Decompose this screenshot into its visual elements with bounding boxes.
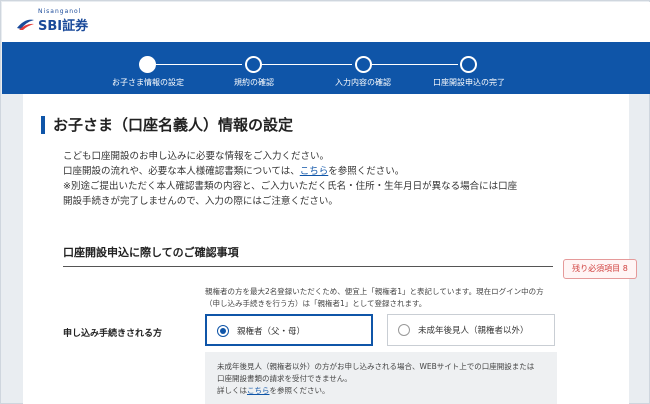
info-line: 口座開設書類の請求を受付できません。 [217, 374, 352, 383]
intro-line: こども口座開設のお申し込みに必要な情報をご入力ください。 [63, 151, 330, 162]
section-title: 口座開設申込に際してのご確認事項 [63, 246, 239, 259]
info-line: 詳しくはこちらを参照ください。 [217, 385, 547, 397]
sbi-logo-icon [17, 19, 34, 30]
step-2-indicator [245, 56, 262, 73]
progress-steps: お子さま情報の設定 規約の確認 入力内容の確認 口座開設申込の完了 [2, 42, 650, 94]
step-4-indicator [460, 56, 477, 73]
intro-line: 開設手続きが完了しませんので、入力の際にはご注意ください。 [63, 196, 338, 207]
step-connector [156, 64, 242, 65]
info-line-text: 詳しくは [217, 386, 247, 395]
step-1-indicator [139, 56, 156, 73]
section-divider [63, 266, 553, 267]
radio-label: 未成年後見人（親権者以外） [418, 326, 529, 336]
applicant-field-label: 申し込み手続きされる方 [63, 329, 163, 339]
radio-unselected-icon [398, 324, 410, 336]
intro-line: 口座開設の流れや、必要な本人様確認書類については、こちらを参照ください。 [63, 164, 583, 179]
note-line: （申し込み手続きを行う方）は「親権者1」として登録されます。 [205, 299, 427, 308]
radio-selected-icon [217, 325, 229, 337]
step-1-label: お子さま情報の設定 [112, 78, 184, 87]
info-line: 未成年後見人（親権者以外）の方がお申し込みされる場合、WEBサイト上での口座開設… [217, 362, 535, 371]
intro-line: ※別途ご提出いただく本人確認書類の内容と、ご入力いただく氏名・住所・生年月日が異… [63, 181, 518, 192]
radio-parent-option[interactable]: 親権者（父・母） [205, 314, 373, 346]
logo-text: SBI証券 [38, 19, 89, 34]
step-4-label: 口座開設申込の完了 [433, 78, 505, 87]
page-title: お子さま（口座名義人）情報の設定 [41, 116, 293, 134]
main-card: お子さま（口座名義人）情報の設定 こども口座開設のお申し込みに必要な情報をご入力… [23, 94, 637, 404]
radio-dot-icon [220, 328, 226, 334]
note-line: 親権者の方を最大2名登録いただくため、便宜上「親権者1」と表記しています。現在ロ… [205, 287, 544, 296]
info-text: 未成年後見人（親権者以外）の方がお申し込みされる場合、WEBサイト上での口座開設… [217, 361, 547, 397]
radio-guardian-option[interactable]: 未成年後見人（親権者以外） [387, 314, 555, 346]
info-line-text: を参照ください。 [269, 386, 330, 395]
logo-small-text: Nisanganol [38, 8, 82, 15]
step-connector [372, 64, 458, 65]
radio-label: 親権者（父・母） [237, 327, 306, 337]
step-2-label: 規約の確認 [234, 78, 274, 87]
step-connector [262, 64, 352, 65]
required-items-badge: 残り必須項目 8 [563, 259, 637, 279]
intro-line-text: 口座開設の流れや、必要な本人様確認書類については、 [63, 166, 300, 177]
step-3-indicator [355, 56, 372, 73]
intro-text: こども口座開設のお申し込みに必要な情報をご入力ください。 口座開設の流れや、必要… [63, 149, 583, 209]
step-3-label: 入力内容の確認 [335, 78, 391, 87]
parent-note: 親権者の方を最大2名登録いただくため、便宜上「親権者1」と表記しています。現在ロ… [205, 286, 585, 310]
guide-link[interactable]: こちら [300, 166, 329, 177]
details-link[interactable]: こちら [247, 386, 270, 395]
guardian-info-box: 未成年後見人（親権者以外）の方がお申し込みされる場合、WEBサイト上での口座開設… [205, 352, 557, 404]
page-frame: Nisanganol SBI証券 お子さま情報の設定 規約の確認 入力内容の確認… [0, 0, 650, 404]
intro-line-text: を参照ください。 [328, 166, 405, 177]
top-bar: Nisanganol SBI証券 [2, 2, 650, 42]
